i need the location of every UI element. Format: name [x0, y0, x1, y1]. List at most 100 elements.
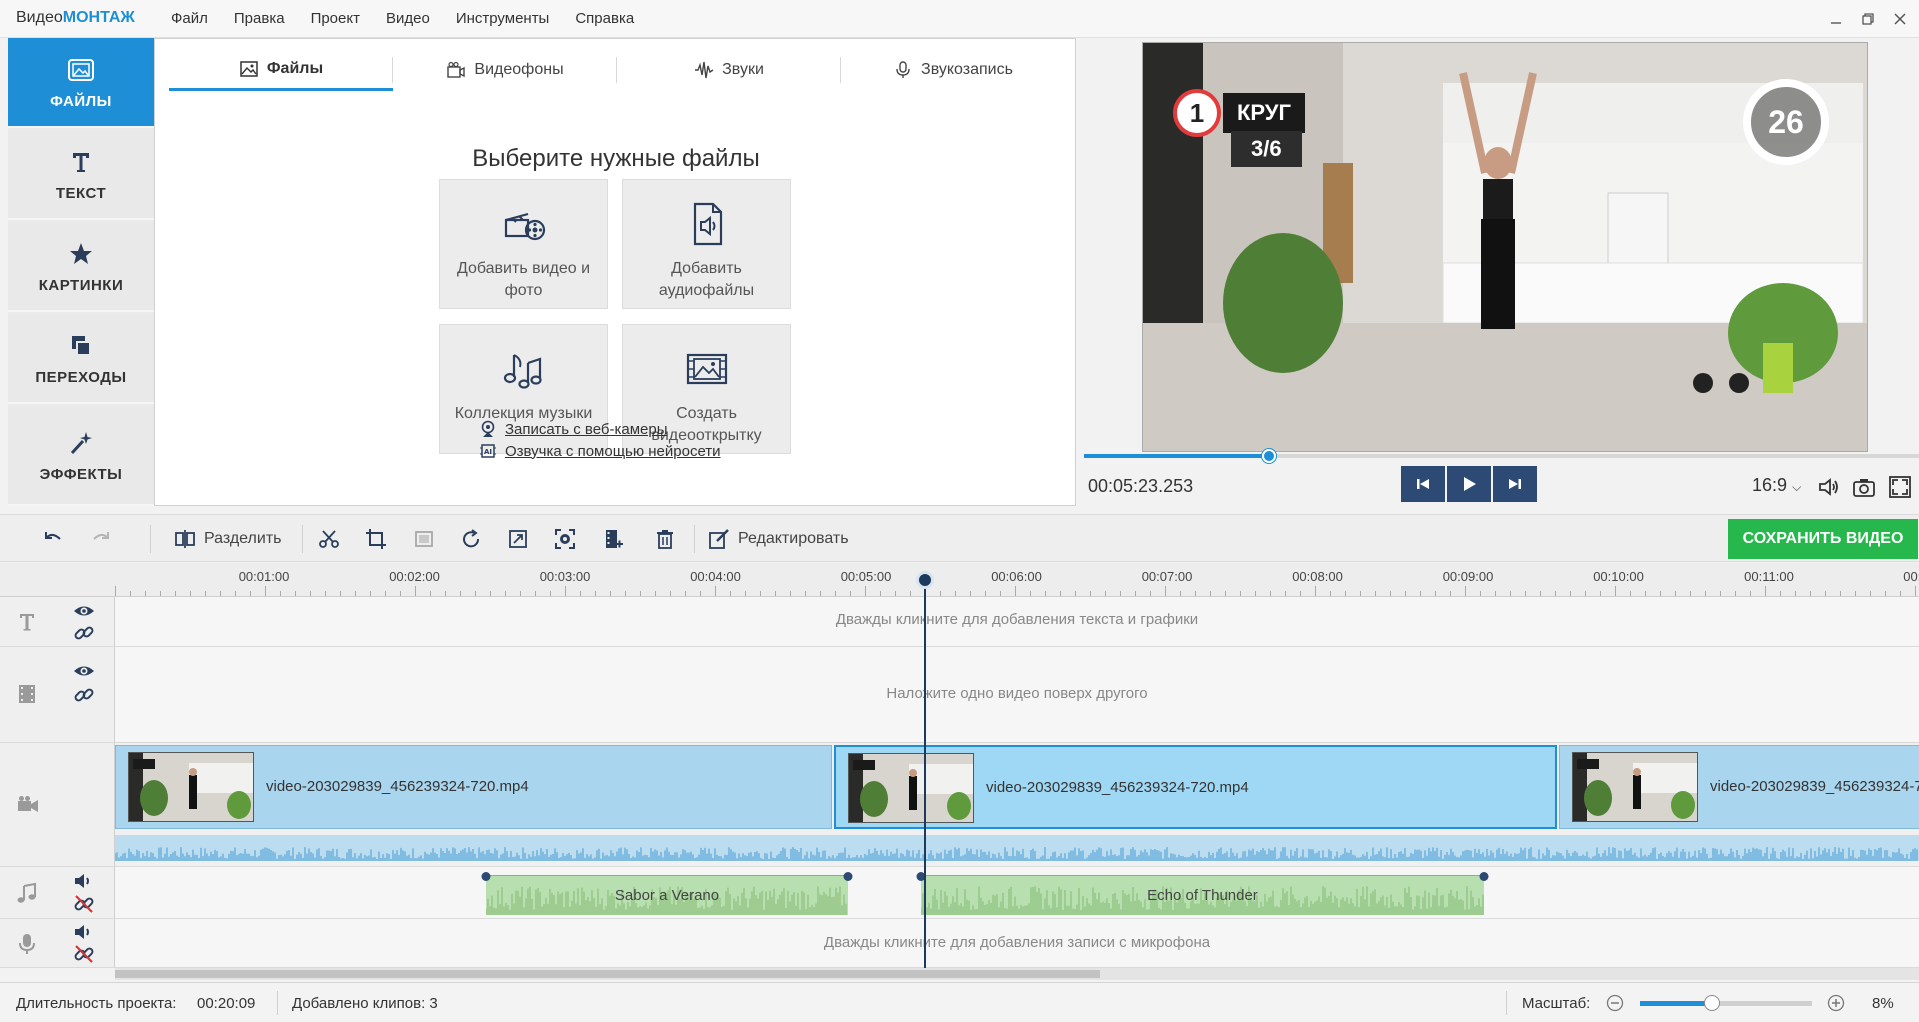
- zoom-in-icon[interactable]: [1826, 993, 1846, 1013]
- sidebar-item-label: ЭФФЕКТЫ: [39, 465, 123, 483]
- sidebar-item-transitions[interactable]: ПЕРЕХОДЫ: [8, 314, 154, 404]
- close-icon[interactable]: [1882, 4, 1918, 34]
- clip-thumbnail: [848, 753, 974, 823]
- webcam-icon: [481, 420, 495, 437]
- video-preview[interactable]: 1 КРУГ 3/6 26: [1142, 42, 1868, 452]
- tab-sounds[interactable]: Звуки: [617, 49, 841, 91]
- add-video-photo-button[interactable]: Добавить видео и фото: [439, 179, 608, 309]
- music-notes-icon: [503, 354, 542, 389]
- aspect-ratio-dropdown[interactable]: 16:9 ⌵: [1752, 475, 1801, 496]
- preview-seekbar[interactable]: [1084, 449, 1919, 463]
- files-icon: [68, 58, 94, 81]
- speaker-icon[interactable]: [72, 871, 96, 891]
- volume-icon[interactable]: [1816, 474, 1842, 500]
- seekbar-handle[interactable]: [1261, 449, 1276, 463]
- mic-track-hint: Дважды кликните для добавления записи с …: [823, 934, 1211, 951]
- audio-clip-end-handle[interactable]: [1479, 872, 1489, 881]
- eye-icon[interactable]: [72, 661, 96, 681]
- video-clip[interactable]: video-203029839_456239324-72: [1559, 745, 1919, 829]
- stabilize-button[interactable]: [554, 527, 576, 551]
- audio-clip-start-handle[interactable]: [481, 872, 491, 881]
- audio-clip[interactable]: Echo of Thunder: [921, 875, 1484, 915]
- timeline-scrollbar-thumb[interactable]: [115, 970, 1100, 978]
- edit-icon: [709, 529, 729, 549]
- zoom-slider[interactable]: [1640, 995, 1812, 1011]
- sidebar-item-pictures[interactable]: КАРТИНКИ: [8, 222, 154, 312]
- minimize-icon[interactable]: [1818, 4, 1854, 34]
- overlay-track-header: [0, 647, 115, 743]
- mic-track-header: [0, 919, 115, 968]
- transitions-icon: [72, 335, 91, 356]
- play-button[interactable]: [1447, 466, 1491, 502]
- link-icon[interactable]: [72, 685, 96, 705]
- tab-label: Файлы: [266, 59, 324, 77]
- music-track[interactable]: Sabor a Verano Echo of Thunder: [115, 867, 1919, 919]
- unlink-icon[interactable]: [72, 894, 96, 914]
- restore-icon[interactable]: [1850, 4, 1886, 34]
- speed-button[interactable]: [507, 527, 529, 551]
- waveform-icon: [695, 61, 714, 79]
- video-track[interactable]: video-203029839_456239324-720.mp4 video-…: [115, 743, 1919, 867]
- menu-tools[interactable]: Инструменты: [456, 10, 550, 27]
- mic-track[interactable]: Дважды кликните для добавления записи с …: [115, 919, 1919, 968]
- menu-file[interactable]: Файл: [171, 10, 208, 27]
- menu-edit[interactable]: Правка: [234, 10, 285, 27]
- text-track[interactable]: Дважды кликните для добавления текста и …: [115, 597, 1919, 647]
- unlink-icon[interactable]: [72, 944, 96, 964]
- tab-video-backgrounds[interactable]: Видеофоны: [393, 49, 617, 91]
- audio-clip-end-handle[interactable]: [843, 872, 853, 881]
- snapshot-camera-icon[interactable]: [1851, 474, 1877, 500]
- zoom-slider-fill: [1640, 1001, 1713, 1006]
- playhead-line[interactable]: [924, 571, 926, 968]
- ruler-tick-label: 00:06:00: [991, 569, 1042, 584]
- ruler-tick-label: 00:04:00: [690, 569, 741, 584]
- link-label: Озвучка с помощью нейросети: [505, 442, 721, 460]
- magic-wand-icon: [70, 431, 92, 454]
- status-bar: Длительность проекта: 00:20:09 Добавлено…: [0, 982, 1919, 1022]
- overlay-track[interactable]: Наложите одно видео поверх другого: [115, 647, 1919, 743]
- link-icon[interactable]: [72, 623, 96, 643]
- next-frame-button[interactable]: [1493, 466, 1537, 502]
- sidebar-item-effects[interactable]: ЭФФЕКТЫ: [8, 406, 154, 506]
- menu-help[interactable]: Справка: [575, 10, 634, 27]
- audio-clip[interactable]: Sabor a Verano: [486, 875, 848, 915]
- add-clip-button[interactable]: [602, 527, 624, 551]
- timeline-scrollbar[interactable]: [115, 968, 1919, 980]
- menu-video[interactable]: Видео: [386, 10, 430, 27]
- fullscreen-icon[interactable]: [1887, 474, 1913, 500]
- edit-label: Редактировать: [738, 530, 849, 547]
- speaker-icon[interactable]: [72, 922, 96, 942]
- video-clip[interactable]: video-203029839_456239324-720.mp4: [115, 745, 832, 829]
- save-video-button[interactable]: СОХРАНИТЬ ВИДЕО: [1728, 519, 1918, 559]
- overlay-track-hint: Наложите одно видео поверх другого: [886, 685, 1148, 702]
- tab-files[interactable]: Файлы: [169, 49, 393, 91]
- timeline-ruler[interactable]: 00:01:00 00:02:00 00:03:00 00:04:00 00:05:00…: [0, 563, 1919, 597]
- neural-voiceover-link[interactable]: AI Озвучка с помощью нейросети: [479, 442, 721, 460]
- undo-button[interactable]: [42, 527, 64, 551]
- crop-button[interactable]: [365, 527, 387, 551]
- rotate-button[interactable]: [460, 527, 482, 551]
- video-track-header: [0, 743, 115, 867]
- sidebar-item-text[interactable]: ТЕКСТ: [8, 130, 154, 220]
- menu-project[interactable]: Проект: [311, 10, 360, 27]
- fill-frame-button[interactable]: [413, 527, 435, 551]
- video-editor-window: ВидеоМОНТАЖ Файл Правка Проект Видео Инс…: [0, 0, 1919, 1022]
- delete-button[interactable]: [654, 527, 676, 551]
- record-webcam-link[interactable]: Записать с веб-камеры: [479, 420, 668, 438]
- playhead-handle[interactable]: [916, 571, 934, 589]
- zoom-out-icon[interactable]: [1605, 993, 1625, 1013]
- sidebar-item-label: КАРТИНКИ: [38, 276, 124, 294]
- add-audio-files-button[interactable]: Добавить аудиофайлы: [622, 179, 791, 309]
- eye-icon[interactable]: [72, 601, 96, 621]
- sidebar-item-files[interactable]: ФАЙЛЫ: [8, 38, 154, 128]
- zoom-slider-handle[interactable]: [1704, 995, 1721, 1011]
- tab-sound-recording[interactable]: Звукозапись: [841, 49, 1065, 91]
- cut-button[interactable]: [318, 527, 340, 551]
- split-button[interactable]: Разделить: [174, 527, 281, 551]
- previous-frame-button[interactable]: [1401, 466, 1445, 502]
- edit-button[interactable]: Редактировать: [708, 527, 849, 551]
- redo-button[interactable]: [90, 527, 112, 551]
- video-clip-selected[interactable]: video-203029839_456239324-720.mp4: [834, 745, 1557, 829]
- clip-audio-waveform: [115, 835, 1919, 861]
- left-sidebar: ФАЙЛЫ ТЕКСТ КАРТИНКИ ПЕРЕХОДЫ ЭФФЕКТЫ: [8, 38, 154, 506]
